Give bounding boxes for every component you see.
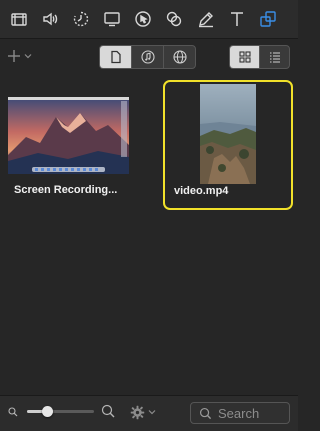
media-grid: Screen Recording... video.mp4 [0,74,298,394]
zoom-slider[interactable] [27,406,94,417]
search-placeholder: Search [218,405,260,421]
text-icon[interactable] [224,6,250,32]
globe-icon [172,50,187,64]
settings-menu-button[interactable] [130,403,160,421]
search-field[interactable]: Search [190,402,290,424]
cursor-icon[interactable] [130,6,156,32]
overlap-circles-icon[interactable] [161,6,187,32]
filter-music[interactable] [132,46,164,68]
media-filter-control [99,45,196,69]
grid-icon [238,51,251,63]
zoom-slider-thumb[interactable] [42,406,53,417]
document-icon [110,50,121,64]
speaker-icon[interactable] [37,6,63,32]
media-subbar [0,39,298,73]
zoom-in-icon [101,404,115,418]
list-icon [269,52,280,63]
top-toolbar [0,0,298,39]
view-mode-control [229,45,290,69]
filter-web[interactable] [164,46,195,68]
screen-recording-thumbnail [8,97,129,174]
music-icon [140,50,155,64]
clapperboard-icon[interactable] [6,6,32,32]
media-item-label: Screen Recording... [14,184,118,196]
screen-icon[interactable] [99,6,125,32]
video-thumbnail [200,84,256,184]
add-media-button[interactable] [6,46,40,66]
pen-icon[interactable] [193,6,219,32]
gear-icon [130,405,145,419]
bottom-bar: Search [0,395,298,431]
chevron-down-icon [24,54,32,59]
duplicate-icon[interactable] [255,6,281,32]
filter-documents[interactable] [100,46,132,68]
zoom-out-icon [8,407,18,417]
view-grid[interactable] [230,46,260,68]
timer-icon[interactable] [68,6,94,32]
media-item-screen-recording[interactable]: Screen Recording... [0,74,140,214]
media-item-label: video.mp4 [174,185,229,197]
media-item-video[interactable]: video.mp4 [163,80,293,210]
view-list[interactable] [260,46,289,68]
plus-icon [8,50,20,62]
search-icon [199,407,212,419]
chevron-down-icon [148,410,156,415]
